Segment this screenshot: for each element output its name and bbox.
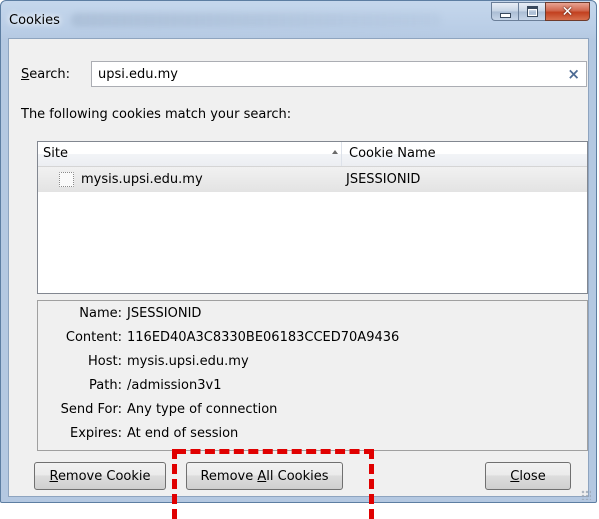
detail-host: Host: mysis.upsi.edu.my (38, 352, 587, 372)
detail-key: Content: (66, 330, 122, 345)
resize-grip-icon[interactable] (581, 490, 591, 500)
detail-key: Name: (79, 306, 122, 321)
search-input[interactable] (98, 65, 558, 83)
annotation-highlight-right (369, 449, 374, 519)
detail-path: Path: /admission3v1 (38, 376, 587, 396)
window-title: Cookies (9, 13, 60, 28)
cookie-details: Name: JSESSIONID Content: 116ED40A3C8330… (37, 300, 588, 451)
caption-buttons: ✕ (491, 2, 590, 21)
close-window-button[interactable]: ✕ (545, 2, 590, 21)
detail-value: 116ED40A3C8330BE06183CCED70A9436 (127, 330, 399, 345)
detail-content: Content: 116ED40A3C8330BE06183CCED70A943… (38, 328, 587, 348)
column-site-label: Site (43, 146, 68, 161)
annotation-highlight-left (172, 449, 177, 519)
close-icon: ✕ (562, 5, 574, 19)
detail-value: JSESSIONID (127, 306, 201, 321)
detail-value: Any type of connection (127, 402, 277, 417)
detail-value: /admission3v1 (127, 378, 221, 393)
close-button[interactable]: Close (485, 462, 571, 490)
search-label: Search: (21, 67, 70, 82)
blurred-title-region (71, 13, 441, 27)
maximize-button[interactable] (518, 2, 545, 21)
match-description: The following cookies match your search: (21, 107, 291, 122)
remove-cookie-button[interactable]: Remove Cookie (34, 462, 166, 490)
column-cookie-name-label: Cookie Name (349, 146, 436, 161)
detail-key: Path: (89, 378, 122, 393)
table-row[interactable]: mysis.upsi.edu.my JSESSIONID (38, 167, 587, 192)
tree-header: Site Cookie Name (38, 142, 587, 167)
detail-value: At end of session (127, 426, 238, 441)
title-bar[interactable]: Cookies ✕ (1, 1, 596, 39)
minimize-icon (500, 13, 511, 18)
column-header-site[interactable]: Site (38, 142, 342, 166)
row-cookie-name: JSESSIONID (346, 172, 420, 187)
detail-key: Host: (88, 354, 122, 369)
clear-search-icon[interactable]: × (567, 65, 580, 83)
maximize-icon (527, 6, 538, 17)
detail-key: Send For: (61, 402, 122, 417)
detail-value: mysis.upsi.edu.my (127, 354, 249, 369)
search-field[interactable]: × (91, 61, 587, 87)
sort-ascending-icon (332, 150, 338, 154)
detail-name: Name: JSESSIONID (38, 304, 587, 324)
detail-expires: Expires: At end of session (38, 424, 587, 444)
detail-key: Expires: (70, 426, 122, 441)
annotation-highlight-top (176, 449, 374, 454)
remove-all-cookies-button[interactable]: Remove All Cookies (186, 462, 343, 490)
row-site: mysis.upsi.edu.my (81, 172, 203, 187)
minimize-button[interactable] (491, 2, 518, 21)
detail-send-for: Send For: Any type of connection (38, 400, 587, 420)
cookie-site-icon (59, 172, 74, 187)
cookie-tree[interactable]: Site Cookie Name mysis.upsi.edu.my JSESS… (37, 141, 588, 294)
